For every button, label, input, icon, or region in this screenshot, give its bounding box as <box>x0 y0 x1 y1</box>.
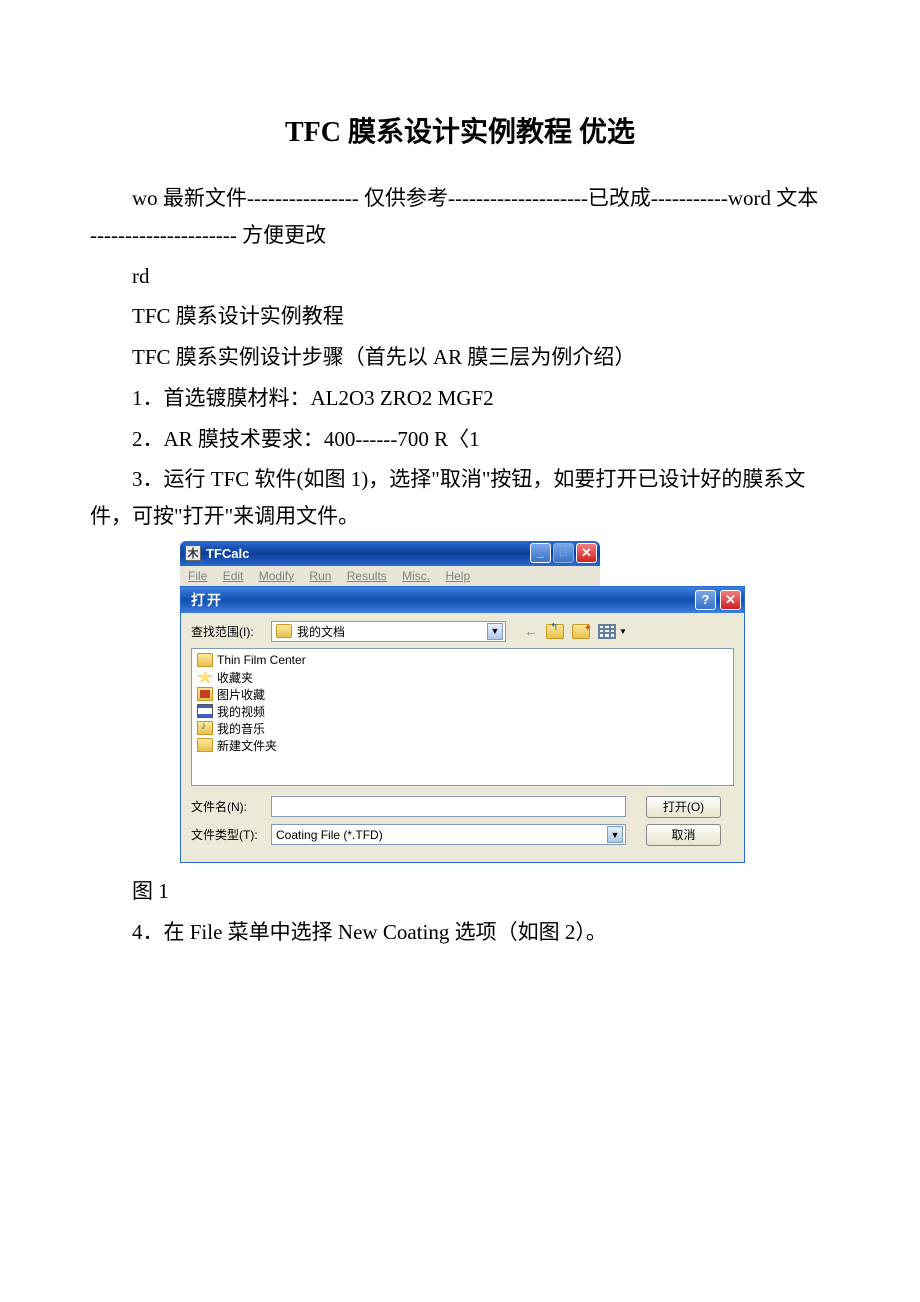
figure-1-caption: 图 1 <box>90 873 830 910</box>
nav-new-folder-icon[interactable] <box>572 624 590 639</box>
videos-folder-icon <box>197 704 213 718</box>
filename-input[interactable] <box>271 796 626 817</box>
nav-view-dropdown-icon[interactable]: ▼ <box>619 627 627 636</box>
nav-up-folder-icon[interactable] <box>546 624 564 639</box>
cancel-button[interactable]: 取消 <box>646 824 721 846</box>
menu-file[interactable]: File <box>188 569 207 583</box>
music-folder-icon <box>197 721 213 735</box>
paragraph-steps-intro: TFC 膜系实例设计步骤（首先以 AR 膜三层为例介绍） <box>90 339 830 376</box>
close-button[interactable]: ✕ <box>576 543 597 563</box>
list-item[interactable]: 新建文件夹 <box>197 737 728 754</box>
dropdown-arrow-icon[interactable]: ▼ <box>487 623 503 640</box>
filetype-value: Coating File (*.TFD) <box>276 828 607 842</box>
paragraph-step-2: 2．AR 膜技术要求：400------700 R〈1 <box>90 421 830 458</box>
open-file-dialog: 打开 ? ✕ 查找范围(I): 我的文档 ▼ ← ▼ <box>180 586 745 863</box>
paragraph-subtitle: TFC 膜系设计实例教程 <box>90 298 830 335</box>
tfcalc-title-text: TFCalc <box>206 546 528 561</box>
tfcalc-titlebar: 木 TFCalc _ □ ✕ <box>180 541 600 566</box>
folder-icon <box>197 653 213 667</box>
lookin-label: 查找范围(I): <box>191 623 271 640</box>
paragraph-preface-1: wo 最新文件---------------- 仅供参考------------… <box>90 180 830 254</box>
filetype-label: 文件类型(T): <box>191 826 271 843</box>
file-name: 图片收藏 <box>217 686 265 703</box>
paragraph-step-3: 3．运行 TFC 软件(如图 1)，选择"取消"按钮，如要打开已设计好的膜系文件… <box>90 461 830 535</box>
list-item[interactable]: 图片收藏 <box>197 686 728 703</box>
list-item[interactable]: Thin Film Center <box>197 652 728 669</box>
menu-edit[interactable]: Edit <box>223 569 244 583</box>
paragraph-step-4: 4．在 File 菜单中选择 New Coating 选项（如图 2）。 <box>90 914 830 951</box>
nav-view-menu-icon[interactable] <box>598 624 616 639</box>
list-item[interactable]: 我的视频 <box>197 703 728 720</box>
filetype-combo[interactable]: Coating File (*.TFD) ▼ <box>271 824 626 845</box>
folder-icon <box>276 624 292 638</box>
file-list[interactable]: Thin Film Center 收藏夹 图片收藏 我的视频 我的音乐 新建文件… <box>191 648 734 786</box>
tfcalc-menubar: File Edit Modify Run Results Misc. Help <box>180 566 600 587</box>
file-name: 新建文件夹 <box>217 737 277 754</box>
menu-misc[interactable]: Misc. <box>402 569 430 583</box>
paragraph-preface-2: rd <box>90 258 830 295</box>
list-item[interactable]: 我的音乐 <box>197 720 728 737</box>
favorites-icon <box>197 670 213 684</box>
filename-label: 文件名(N): <box>191 798 271 815</box>
nav-back-icon[interactable]: ← <box>524 623 538 639</box>
dialog-close-button[interactable]: ✕ <box>720 590 741 610</box>
dialog-help-button[interactable]: ? <box>695 590 716 610</box>
lookin-combo[interactable]: 我的文档 ▼ <box>271 621 506 642</box>
file-name: 我的音乐 <box>217 720 265 737</box>
minimize-button[interactable]: _ <box>530 543 551 563</box>
dropdown-arrow-icon[interactable]: ▼ <box>607 826 623 843</box>
file-name: 我的视频 <box>217 703 265 720</box>
file-name: Thin Film Center <box>217 653 306 667</box>
file-name: 收藏夹 <box>217 669 253 686</box>
document-title: TFC 膜系设计实例教程 优选 <box>90 110 830 150</box>
dialog-title-text: 打开 <box>191 590 695 610</box>
tfcalc-window: 木 TFCalc _ □ ✕ File Edit Modify Run Resu… <box>180 541 600 587</box>
maximize-button[interactable]: □ <box>553 543 574 563</box>
open-button[interactable]: 打开(O) <box>646 796 721 818</box>
folder-icon <box>197 738 213 752</box>
figure-1-screenshot: 木 TFCalc _ □ ✕ File Edit Modify Run Resu… <box>180 541 745 863</box>
lookin-row: 查找范围(I): 我的文档 ▼ ← ▼ <box>191 621 734 642</box>
menu-results[interactable]: Results <box>347 569 387 583</box>
pictures-folder-icon <box>197 687 213 701</box>
dialog-titlebar: 打开 ? ✕ <box>181 587 744 613</box>
menu-modify[interactable]: Modify <box>259 569 294 583</box>
paragraph-step-1: 1．首选镀膜材料：AL2O3 ZRO2 MGF2 <box>90 380 830 417</box>
lookin-value: 我的文档 <box>297 623 487 640</box>
list-item[interactable]: 收藏夹 <box>197 669 728 686</box>
menu-help[interactable]: Help <box>445 569 470 583</box>
tfcalc-app-icon: 木 <box>185 545 201 561</box>
menu-run[interactable]: Run <box>309 569 331 583</box>
